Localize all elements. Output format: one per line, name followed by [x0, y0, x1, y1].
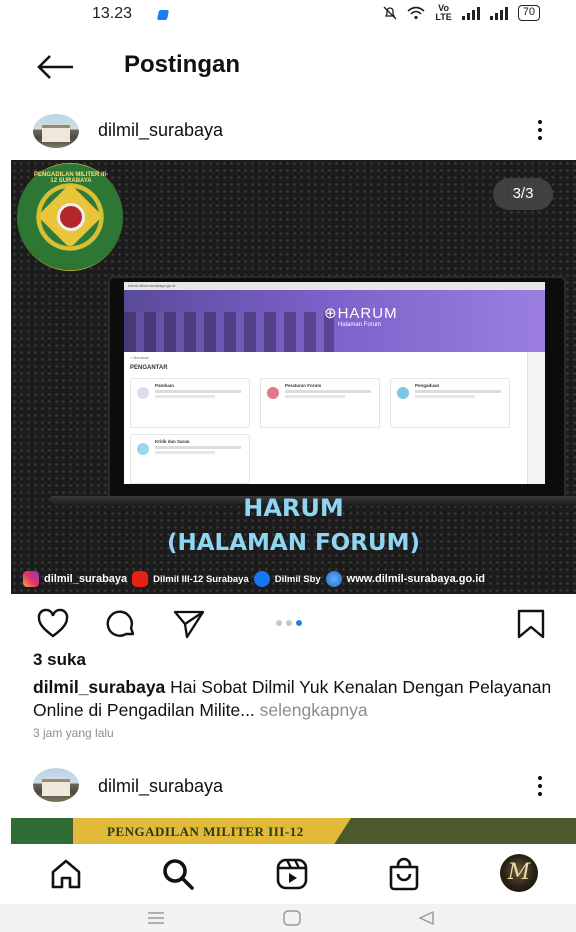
next-post-header: dilmil_surabaya — [0, 760, 576, 810]
forum-card: Peraturan Forum — [260, 378, 380, 428]
more-options-icon[interactable] — [536, 776, 544, 798]
profile-avatar[interactable]: M — [500, 854, 538, 892]
caption-username[interactable]: dilmil_surabaya — [33, 677, 165, 697]
more-options-icon[interactable] — [536, 120, 544, 142]
youtube-channel: Dilmil III-12 Surabaya — [153, 573, 249, 585]
section-title: PENGANTAR — [130, 365, 168, 371]
post-header: dilmil_surabaya — [0, 106, 576, 156]
forum-banner: ⊕HARUM Halaman Forum — [124, 290, 545, 352]
instagram-handle: dilmil_surabaya — [44, 573, 128, 585]
likes-count[interactable]: 3 suka — [33, 650, 86, 670]
forum-logo: ⊕HARUM — [324, 305, 398, 322]
breadcrumb: ⌂ Beranda — [130, 355, 149, 360]
avatar[interactable] — [33, 768, 79, 802]
forum-screenshot: hdmil.dilmil-surabaya.go.id ⊕HARUM Halam… — [124, 282, 545, 484]
comment-icon[interactable] — [104, 608, 138, 640]
forum-card-title: Kritik dan Saran — [155, 439, 190, 444]
see-more-link[interactable]: selengkapnya — [255, 700, 368, 720]
instagram-icon — [23, 571, 39, 587]
home-icon[interactable] — [48, 856, 84, 892]
share-send-icon[interactable] — [172, 608, 206, 640]
mute-icon — [383, 6, 397, 20]
system-navigation-bar — [0, 904, 576, 932]
signal-icon — [461, 6, 480, 20]
seal-text: PENGADILAN MILITER III-12 SURABAYA — [34, 172, 108, 184]
home-button-icon[interactable] — [282, 910, 302, 926]
youtube-icon — [132, 571, 149, 587]
forum-card-title: Peraturan Forum — [285, 383, 322, 388]
top-header: Postingan — [0, 40, 576, 92]
forum-sidebar — [527, 352, 545, 484]
post-timestamp: 3 jam yang lalu — [33, 726, 114, 740]
post-actions — [0, 604, 576, 644]
volte-icon: Vo LTE — [435, 3, 452, 22]
battery-icon: 70 — [517, 5, 540, 21]
back-button-icon[interactable] — [416, 910, 436, 926]
recent-apps-icon[interactable] — [146, 910, 166, 926]
post-caption: dilmil_surabaya Hai Sobat Dilmil Yuk Ken… — [33, 676, 558, 722]
post-username[interactable]: dilmil_surabaya — [98, 776, 223, 797]
forum-card: Pengaduan — [390, 378, 510, 428]
status-time: 13.23 — [92, 5, 133, 22]
forum-card-title: Panduan — [155, 383, 175, 388]
carousel-dots — [276, 620, 302, 626]
headline-harum: HARUM — [243, 494, 344, 522]
laptop-mockup: hdmil.dilmil-surabaya.go.id ⊕HARUM Halam… — [108, 276, 566, 498]
avatar[interactable] — [33, 114, 79, 148]
court-seal-logo: PENGADILAN MILITER III-12 SURABAYA — [17, 163, 123, 271]
forum-subtitle: Halaman Forum — [338, 322, 382, 328]
forum-card: Kritik dan Saran — [130, 434, 250, 484]
bookmark-save-icon[interactable] — [514, 608, 548, 640]
reels-icon[interactable] — [274, 856, 310, 892]
status-bar: 13.23 Vo LTE 70 — [0, 0, 576, 36]
facebook-page: Dilmil Sby — [274, 573, 321, 585]
website-url: www.dilmil-surabaya.go.id — [346, 573, 486, 585]
forum-card-title: Pengaduan — [415, 383, 440, 388]
like-heart-icon[interactable] — [36, 608, 70, 640]
shop-icon[interactable] — [386, 856, 422, 892]
bottom-navigation: M — [0, 844, 576, 902]
post-username[interactable]: dilmil_surabaya — [98, 120, 223, 141]
page-title: Postingan — [124, 51, 241, 78]
search-icon[interactable] — [160, 856, 196, 892]
carousel-counter: 3/3 — [493, 178, 553, 210]
back-arrow-icon[interactable] — [36, 52, 76, 82]
headline-halaman-forum: (HALAMAN FORUM) — [166, 530, 420, 556]
post-image[interactable]: PENGADILAN MILITER III-12 SURABAYA 3/3 h… — [11, 160, 576, 594]
signal-icon-2 — [489, 6, 508, 20]
globe-icon — [325, 571, 342, 587]
url-bar: hdmil.dilmil-surabaya.go.id — [124, 282, 545, 290]
next-post-banner-text: PENGADILAN MILITER III-12 — [107, 824, 304, 839]
status-icons: Vo LTE 70 — [383, 4, 540, 22]
forum-card: Panduan — [130, 378, 250, 428]
notification-icon — [156, 10, 170, 20]
facebook-icon — [253, 571, 270, 587]
wifi-icon — [407, 6, 425, 20]
social-links-strip: dilmil_surabaya Dilmil III-12 Surabaya D… — [23, 570, 573, 588]
next-post-image[interactable]: PENGADILAN MILITER III-12 — [11, 818, 576, 844]
